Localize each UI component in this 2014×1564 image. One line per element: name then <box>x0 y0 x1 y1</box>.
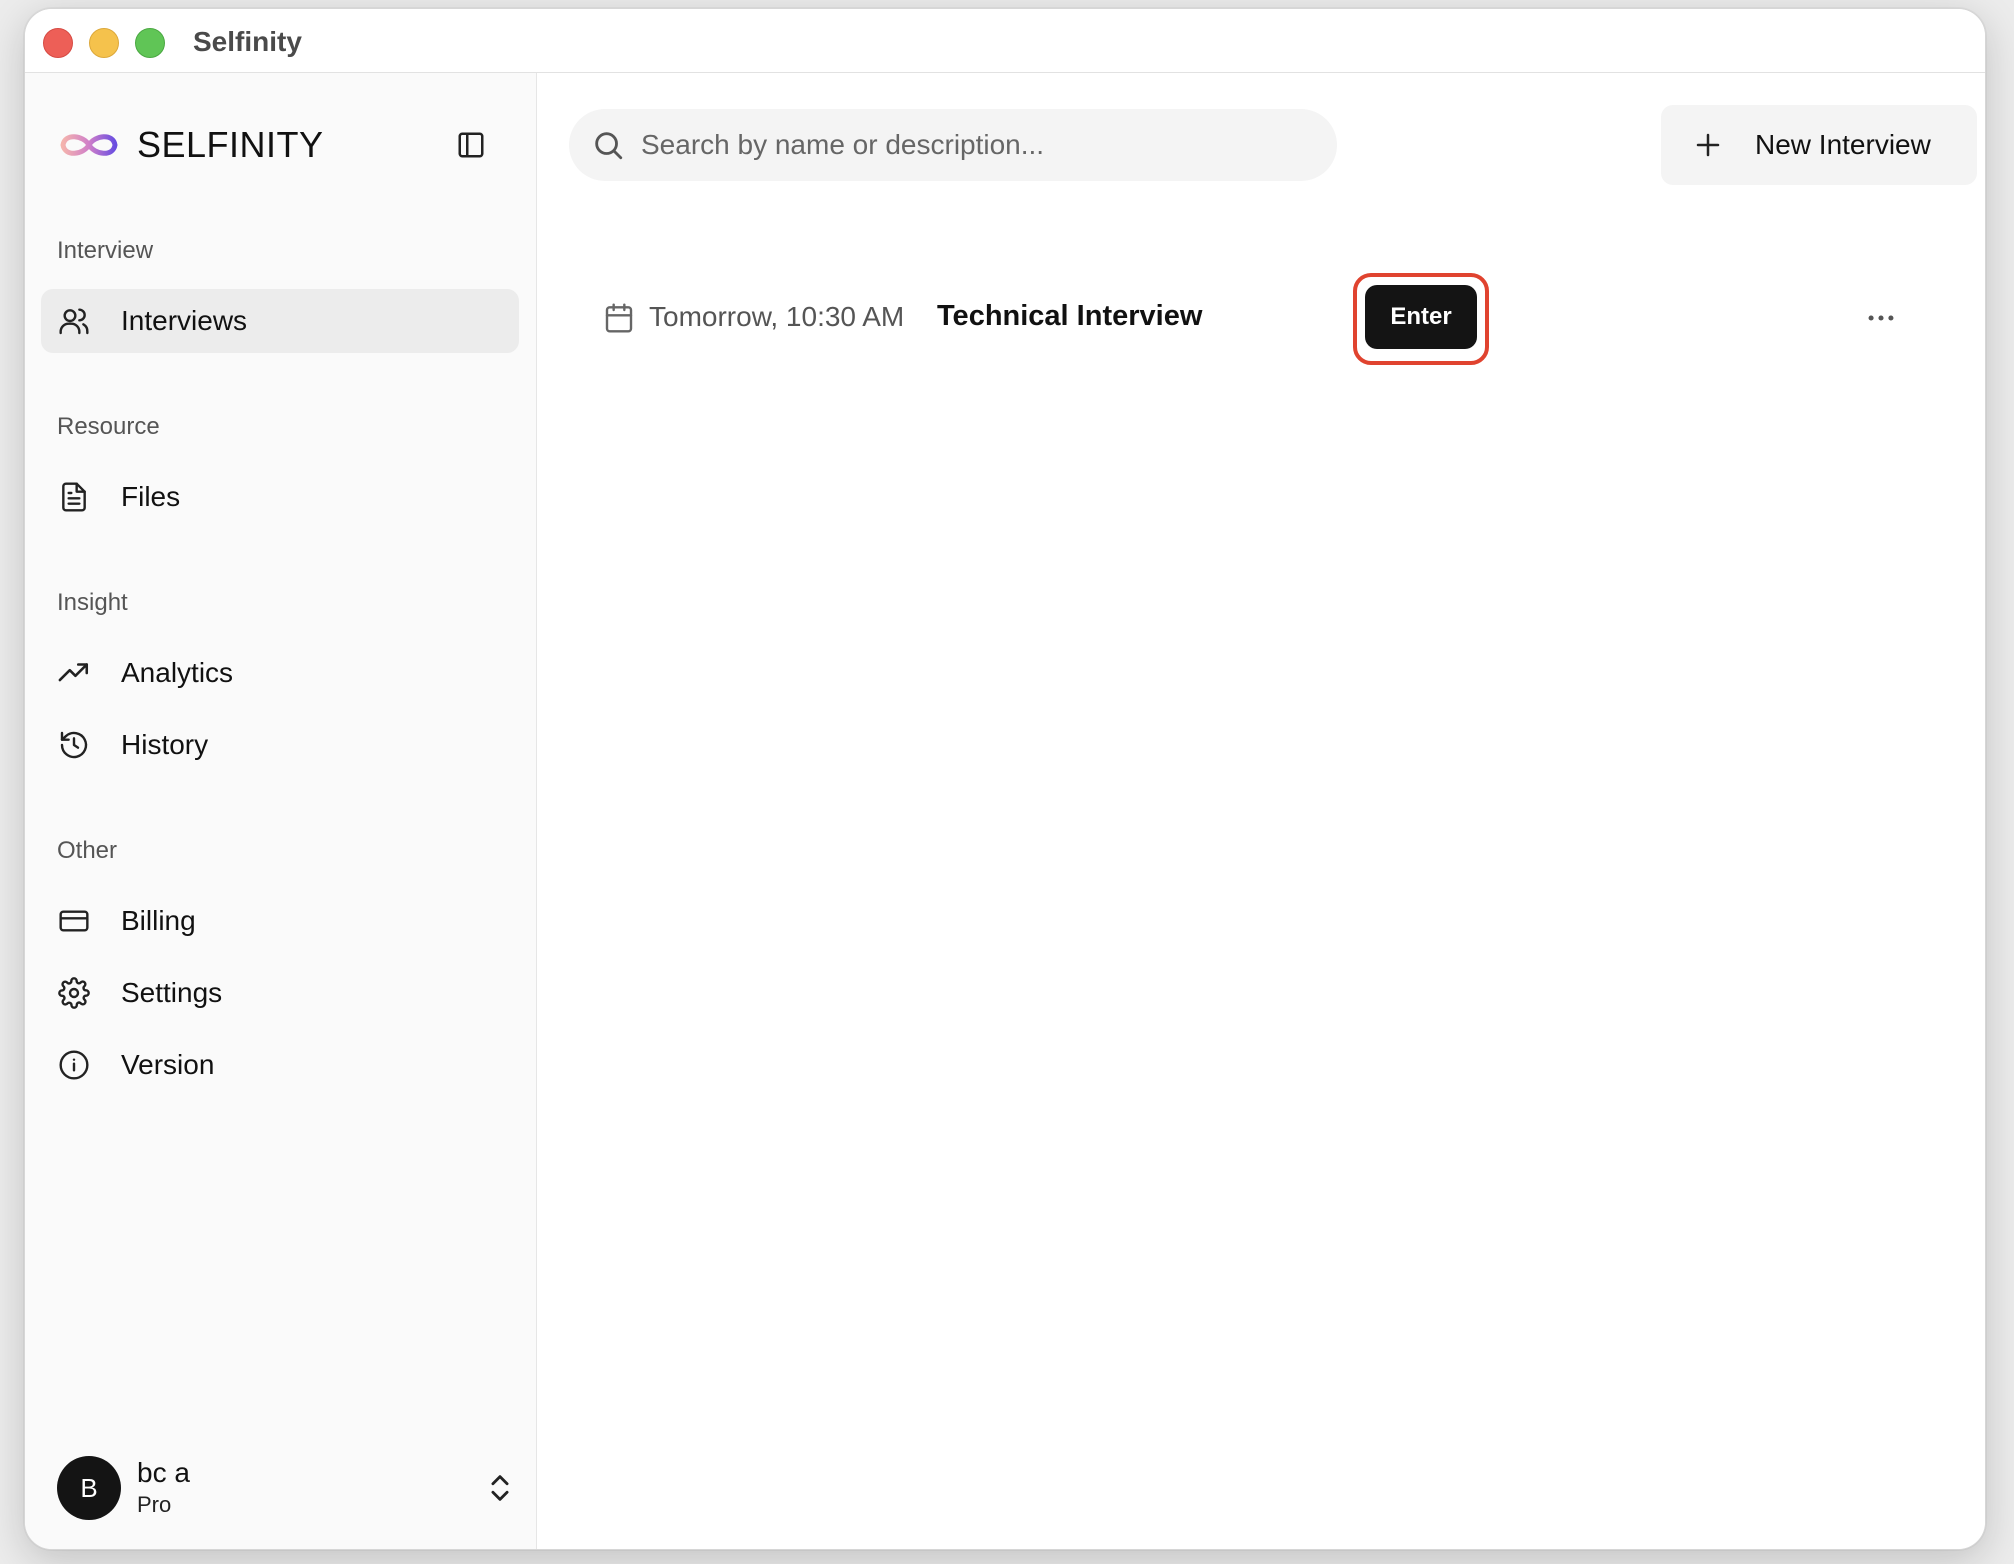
more-options-icon[interactable] <box>1863 301 1899 335</box>
new-interview-label: New Interview <box>1755 129 1931 160</box>
search-bar <box>569 109 1337 181</box>
minimize-window-button[interactable] <box>89 28 119 58</box>
history-icon <box>57 728 91 762</box>
avatar: B <box>57 1456 121 1520</box>
interview-row: Tomorrow, 10:30 AM Technical Interview E… <box>597 273 1957 365</box>
interview-title: Technical Interview <box>937 300 1203 332</box>
sidebar-item-label: Files <box>121 481 181 512</box>
window-title: Selfinity <box>193 26 302 57</box>
maximize-window-button[interactable] <box>135 28 165 58</box>
gear-icon <box>57 976 91 1010</box>
brand: SELFINITY <box>57 117 324 173</box>
file-text-icon <box>57 480 91 514</box>
search-input[interactable] <box>639 128 1303 162</box>
title-bar: Selfinity <box>25 9 1985 73</box>
brand-name: SELFINITY <box>137 124 324 165</box>
chevrons-up-down-icon <box>491 1475 509 1501</box>
user-plan: Pro <box>137 1492 172 1517</box>
enter-interview-button[interactable]: Enter <box>1365 285 1477 349</box>
enter-button-highlight: Enter <box>1353 273 1489 365</box>
sidebar-item-analytics[interactable]: Analytics <box>41 641 519 705</box>
sidebar-item-files[interactable]: Files <box>41 465 519 529</box>
interview-date: Tomorrow, 10:30 AM <box>649 301 905 332</box>
toggle-sidebar-button[interactable] <box>449 123 493 167</box>
plus-icon <box>1696 133 1720 157</box>
sidebar-item-label: Analytics <box>121 657 234 688</box>
user-account-switcher[interactable]: B bc a Pro <box>57 1453 517 1523</box>
calendar-icon <box>605 303 633 333</box>
sidebar-item-label: Interviews <box>121 305 248 336</box>
user-info: bc a Pro <box>137 1456 190 1520</box>
users-icon <box>57 304 91 338</box>
sidebar-item-settings[interactable]: Settings <box>41 961 519 1025</box>
close-window-button[interactable] <box>43 28 73 58</box>
section-label-insight: Insight <box>57 589 128 616</box>
infinity-logo-icon <box>60 134 118 156</box>
sidebar-item-interviews[interactable]: Interviews <box>41 289 519 353</box>
section-label-resource: Resource <box>57 413 160 440</box>
section-label-interview: Interview <box>57 237 154 264</box>
credit-card-icon <box>57 904 91 938</box>
sidebar-item-label: History <box>121 729 209 760</box>
new-interview-button[interactable]: New Interview <box>1661 105 1977 185</box>
sidebar-item-billing[interactable]: Billing <box>41 889 519 953</box>
sidebar: SELFINITY Interview Interviews Resource <box>25 73 537 1549</box>
sidebar-item-history[interactable]: History <box>41 713 519 777</box>
main-content: New Interview Tomorrow, 10:30 AM Technic… <box>537 73 1985 1549</box>
app-window: Selfinity SELFINITY Interview Interviews… <box>24 8 1986 1550</box>
section-label-other: Other <box>57 837 118 864</box>
sidebar-item-label: Billing <box>121 905 196 936</box>
sidebar-item-label: Version <box>121 1049 215 1080</box>
info-icon <box>57 1048 91 1082</box>
search-icon <box>595 132 623 160</box>
sidebar-item-label: Settings <box>121 977 223 1008</box>
sidebar-panel-icon <box>458 132 484 158</box>
trending-up-icon <box>57 656 91 690</box>
sidebar-item-version[interactable]: Version <box>41 1033 519 1097</box>
user-name: bc a <box>137 1457 190 1488</box>
